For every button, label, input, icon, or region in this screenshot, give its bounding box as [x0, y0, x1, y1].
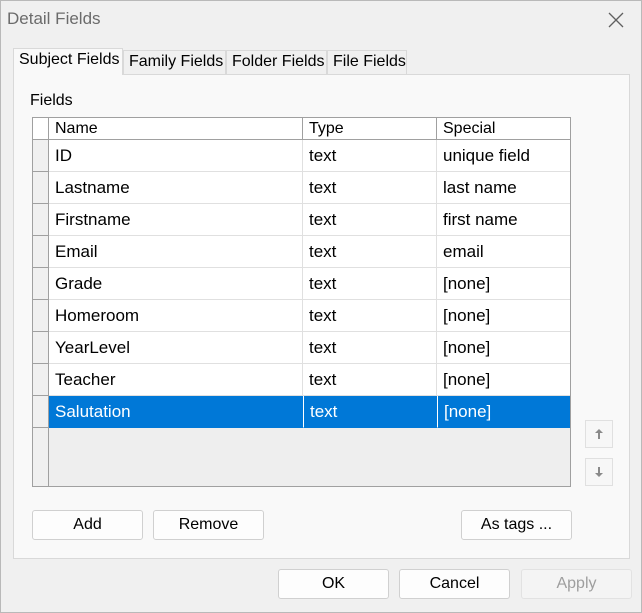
tab-subject-fields[interactable]: Subject Fields — [13, 48, 123, 75]
cell-type[interactable]: text — [303, 332, 437, 364]
ok-button[interactable]: OK — [278, 569, 389, 599]
table-row[interactable]: Grade text [none] — [33, 268, 570, 300]
cell-type[interactable]: text — [303, 300, 437, 332]
close-button[interactable] — [597, 5, 635, 35]
table-row[interactable]: Email text email — [33, 236, 570, 268]
as-tags-button[interactable]: As tags ... — [461, 510, 572, 540]
cell-name[interactable]: YearLevel — [49, 332, 303, 364]
table-row[interactable]: YearLevel text [none] — [33, 332, 570, 364]
row-header[interactable] — [33, 140, 49, 172]
column-header-special[interactable]: Special — [437, 118, 570, 140]
cancel-button[interactable]: Cancel — [399, 569, 510, 599]
column-header-name[interactable]: Name — [49, 118, 303, 140]
row-header[interactable] — [33, 396, 49, 428]
cell-name[interactable]: ID — [49, 140, 303, 172]
arrow-up-icon — [595, 429, 603, 439]
tab-folder-fields[interactable]: Folder Fields — [226, 50, 327, 74]
cell-name[interactable]: Email — [49, 236, 303, 268]
column-header-type[interactable]: Type — [303, 118, 437, 140]
cell-special[interactable]: unique field — [437, 140, 570, 172]
close-icon — [608, 12, 624, 28]
cell-name[interactable]: Firstname — [49, 204, 303, 236]
cell-special[interactable]: email — [437, 236, 570, 268]
cell-name[interactable]: Salutation — [49, 396, 303, 428]
cell-special[interactable]: [none] — [437, 396, 570, 428]
cell-type[interactable]: text — [303, 204, 437, 236]
cell-type[interactable]: text — [303, 268, 437, 300]
tab-label: Folder Fields — [232, 53, 325, 70]
table-row[interactable]: Homeroom text [none] — [33, 300, 570, 332]
table-row[interactable]: ID text unique field — [33, 140, 570, 172]
cell-type[interactable]: text — [303, 396, 437, 428]
detail-fields-dialog: Detail Fields Subject Fields Family Fiel… — [0, 0, 642, 613]
cell-special[interactable]: [none] — [437, 300, 570, 332]
cell-special[interactable]: first name — [437, 204, 570, 236]
tab-label: Subject Fields — [19, 51, 120, 68]
move-down-button[interactable] — [585, 458, 613, 486]
cell-name[interactable]: Grade — [49, 268, 303, 300]
subject-fields-panel: Fields Name Type Special ID text unique … — [13, 74, 630, 559]
row-header[interactable] — [33, 172, 49, 204]
cell-name[interactable]: Homeroom — [49, 300, 303, 332]
remove-button[interactable]: Remove — [153, 510, 264, 540]
row-header[interactable] — [33, 268, 49, 300]
title-bar: Detail Fields — [1, 1, 641, 39]
row-header[interactable] — [33, 332, 49, 364]
apply-button[interactable]: Apply — [521, 569, 632, 599]
fields-label: Fields — [30, 92, 73, 109]
tab-label: Family Fields — [129, 53, 224, 70]
corner-header — [33, 118, 49, 140]
cell-type[interactable]: text — [303, 236, 437, 268]
add-button[interactable]: Add — [32, 510, 143, 540]
cell-special[interactable]: last name — [437, 172, 570, 204]
cell-special[interactable]: [none] — [437, 364, 570, 396]
tab-file-fields[interactable]: File Fields — [327, 50, 407, 74]
tab-label: File Fields — [333, 53, 406, 70]
window-title: Detail Fields — [7, 9, 101, 28]
tab-family-fields[interactable]: Family Fields — [123, 50, 226, 74]
cell-name[interactable]: Lastname — [49, 172, 303, 204]
cell-type[interactable]: text — [303, 364, 437, 396]
row-header[interactable] — [33, 364, 49, 396]
cell-special[interactable]: [none] — [437, 332, 570, 364]
table-row[interactable]: Lastname text last name — [33, 172, 570, 204]
tab-strip: Subject Fields Family Fields Folder Fiel… — [13, 48, 613, 75]
arrow-down-icon — [595, 467, 603, 477]
move-up-button[interactable] — [585, 420, 613, 448]
table-row[interactable]: Firstname text first name — [33, 204, 570, 236]
row-header[interactable] — [33, 204, 49, 236]
cell-name[interactable]: Teacher — [49, 364, 303, 396]
cell-type[interactable]: text — [303, 172, 437, 204]
fields-table[interactable]: Name Type Special ID text unique field L… — [32, 117, 571, 487]
row-header[interactable] — [33, 300, 49, 332]
cell-type[interactable]: text — [303, 140, 437, 172]
table-row-selected[interactable]: Salutation text [none] — [33, 396, 570, 428]
table-row[interactable]: Teacher text [none] — [33, 364, 570, 396]
cell-special[interactable]: [none] — [437, 268, 570, 300]
row-header[interactable] — [33, 236, 49, 268]
